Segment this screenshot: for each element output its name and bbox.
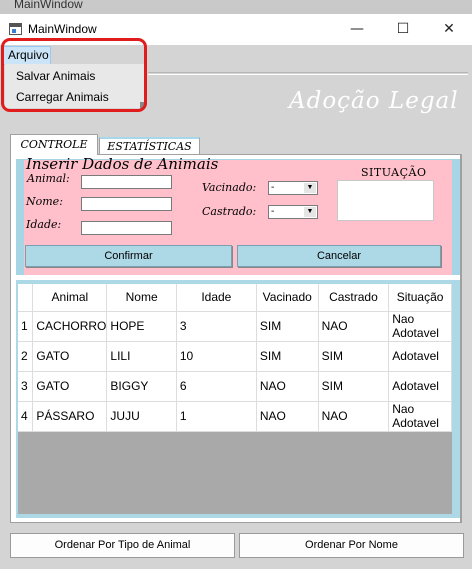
- table-row[interactable]: 2 GATO LILI 10 SIM SIM Adotavel: [18, 341, 452, 372]
- situacao-display: [337, 180, 434, 221]
- background-window-title: MainWindow: [14, 0, 83, 11]
- nome-input[interactable]: [81, 197, 172, 211]
- cell-vacinado[interactable]: NAO: [256, 371, 319, 402]
- cell-castrado[interactable]: NAO: [318, 311, 390, 342]
- idade-label: Idade:: [26, 218, 62, 231]
- ordenar-tipo-button[interactable]: Ordenar Por Tipo de Animal: [10, 533, 235, 558]
- vacinado-select-value: -: [271, 182, 275, 193]
- column-header-animal[interactable]: Animal: [32, 284, 108, 312]
- animals-table: Animal Nome Idade Vacinado Castrado Situ…: [18, 284, 452, 432]
- column-header-vacinado[interactable]: Vacinado: [256, 284, 319, 312]
- cell-situacao[interactable]: Nao Adotavel: [388, 401, 452, 432]
- cell-situacao[interactable]: Adotavel: [388, 341, 452, 372]
- castrado-label: Castrado:: [202, 205, 257, 218]
- window-app-icon: [9, 23, 22, 35]
- cell-nome[interactable]: HOPE: [106, 311, 177, 342]
- row-number: 2: [18, 341, 34, 372]
- animal-label: Animal:: [27, 172, 70, 185]
- row-number: 3: [18, 371, 34, 402]
- row-number: 4: [18, 401, 34, 432]
- idade-input[interactable]: [81, 221, 172, 235]
- tab-estatisticas[interactable]: ESTATÍSTICAS: [99, 137, 200, 155]
- castrado-select[interactable]: - ▼: [268, 205, 318, 219]
- window-title: MainWindow: [28, 22, 97, 36]
- row-header-corner: [18, 284, 34, 312]
- red-highlight-annotation: [1, 38, 147, 112]
- vacinado-select[interactable]: - ▼: [268, 181, 318, 195]
- ordenar-nome-button[interactable]: Ordenar Por Nome: [239, 533, 464, 558]
- column-header-idade[interactable]: Idade: [176, 284, 257, 312]
- cell-situacao[interactable]: Adotavel: [388, 371, 452, 402]
- form-title: Inserir Dados de Animais: [26, 155, 219, 173]
- cell-vacinado[interactable]: SIM: [256, 341, 319, 372]
- column-header-situacao[interactable]: Situação: [388, 284, 452, 312]
- cell-idade[interactable]: 10: [176, 341, 257, 372]
- minimize-button[interactable]: —: [334, 14, 380, 45]
- cell-castrado[interactable]: SIM: [318, 341, 390, 372]
- panel-right-edge: [460, 154, 462, 523]
- cell-castrado[interactable]: SIM: [318, 371, 390, 402]
- maximize-button[interactable]: ☐: [380, 14, 426, 45]
- table-row[interactable]: 1 CACHORRO HOPE 3 SIM NAO Nao Adotavel: [18, 311, 452, 342]
- row-number: 1: [18, 311, 34, 342]
- background-window-strip: MainWindow: [0, 0, 472, 14]
- cell-nome[interactable]: LILI: [106, 341, 177, 372]
- table-row[interactable]: 4 PÁSSARO JUJU 1 NAO NAO Nao Adotavel: [18, 401, 452, 432]
- cell-idade[interactable]: 3: [176, 311, 257, 342]
- cell-nome[interactable]: BIGGY: [106, 371, 177, 402]
- tab-controle[interactable]: CONTROLE: [10, 134, 98, 155]
- column-header-nome[interactable]: Nome: [106, 284, 177, 312]
- cell-idade[interactable]: 1: [176, 401, 257, 432]
- cell-animal[interactable]: PÁSSARO: [32, 401, 108, 432]
- cell-situacao[interactable]: Nao Adotavel: [388, 311, 452, 342]
- situacao-label: SITUAÇÃO: [361, 166, 427, 179]
- menu-separator: [148, 72, 468, 75]
- close-button[interactable]: ✕: [426, 14, 472, 45]
- column-header-castrado[interactable]: Castrado: [318, 284, 390, 312]
- cell-animal[interactable]: CACHORRO: [32, 311, 108, 342]
- animal-input[interactable]: [81, 175, 172, 189]
- vacinado-label: Vacinado:: [202, 181, 257, 194]
- app-logo: Adoção Legal: [289, 88, 459, 114]
- confirmar-button[interactable]: Confirmar: [25, 245, 232, 267]
- cell-vacinado[interactable]: NAO: [256, 401, 319, 432]
- animals-datagrid[interactable]: Animal Nome Idade Vacinado Castrado Situ…: [18, 284, 452, 514]
- cancelar-button[interactable]: Cancelar: [237, 245, 441, 267]
- cell-idade[interactable]: 6: [176, 371, 257, 402]
- castrado-select-value: -: [271, 206, 275, 217]
- cell-animal[interactable]: GATO: [32, 371, 108, 402]
- chevron-down-icon: ▼: [304, 207, 316, 217]
- table-header-row: Animal Nome Idade Vacinado Castrado Situ…: [18, 284, 452, 312]
- cell-vacinado[interactable]: SIM: [256, 311, 319, 342]
- cell-animal[interactable]: GATO: [32, 341, 108, 372]
- chevron-down-icon: ▼: [304, 183, 316, 193]
- table-row[interactable]: 3 GATO BIGGY 6 NAO SIM Adotavel: [18, 371, 452, 402]
- nome-label: Nome:: [26, 195, 63, 208]
- cell-nome[interactable]: JUJU: [106, 401, 177, 432]
- cell-castrado[interactable]: NAO: [318, 401, 390, 432]
